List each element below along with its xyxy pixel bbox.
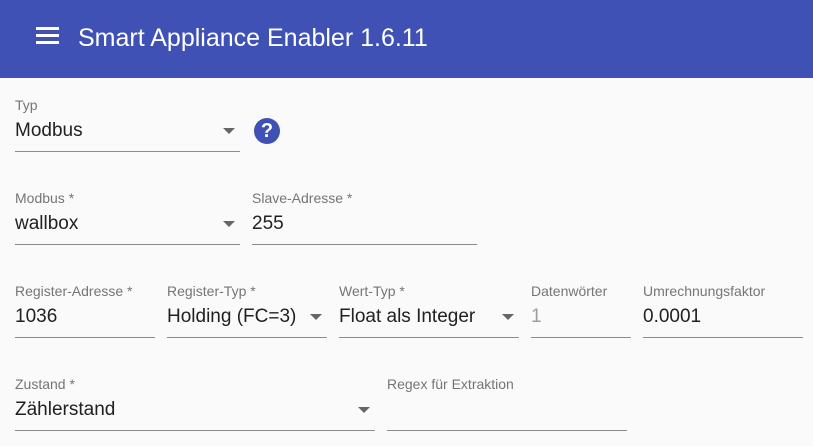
register-address-value: 1036 (15, 306, 58, 327)
value-type-label: Wert-Typ * (339, 283, 405, 299)
data-words-value: 1 (531, 306, 542, 327)
regex-label: Regex für Extraktion (387, 376, 514, 392)
state-underline (15, 430, 375, 431)
conversion-factor-value: 0.0001 (643, 306, 702, 327)
slave-address-underline (252, 244, 477, 245)
register-type-value: Holding (FC=3) (167, 306, 297, 327)
help-icon[interactable]: ? (254, 118, 280, 144)
state-select[interactable]: Zustand * Zählerstand (15, 376, 375, 432)
conversion-factor-input[interactable]: Umrechnungsfaktor 0.0001 (643, 283, 803, 339)
conversion-factor-underline (643, 337, 803, 338)
modbus-underline (15, 244, 240, 245)
dropdown-arrow-icon (223, 128, 235, 134)
typ-underline (15, 151, 240, 152)
register-address-label: Register-Adresse * (15, 283, 133, 299)
dropdown-arrow-icon (502, 314, 514, 320)
slave-address-input[interactable]: Slave-Adresse * 255 (252, 190, 477, 246)
data-words-label: Datenwörter (531, 283, 608, 299)
register-address-input[interactable]: Register-Adresse * 1036 (15, 283, 155, 339)
dropdown-arrow-icon (223, 221, 235, 227)
register-address-underline (15, 337, 155, 338)
value-type-underline (339, 337, 519, 338)
slave-address-label: Slave-Adresse * (252, 190, 353, 206)
register-type-label: Register-Typ * (167, 283, 256, 299)
modbus-select[interactable]: Modbus * wallbox (15, 190, 240, 246)
slave-address-value: 255 (252, 213, 284, 234)
menu-icon[interactable] (36, 27, 59, 44)
regex-input[interactable]: Regex für Extraktion (387, 376, 627, 432)
app-title: Smart Appliance Enabler 1.6.11 (78, 24, 428, 52)
data-words-input[interactable]: Datenwörter 1 (531, 283, 631, 339)
data-words-underline (531, 337, 631, 338)
value-type-select[interactable]: Wert-Typ * Float als Integer (339, 283, 519, 339)
typ-select[interactable]: Typ Modbus (15, 97, 240, 153)
app-toolbar: Smart Appliance Enabler 1.6.11 (0, 0, 813, 78)
value-type-value: Float als Integer (339, 306, 476, 327)
regex-underline (387, 430, 627, 431)
register-type-select[interactable]: Register-Typ * Holding (FC=3) (167, 283, 327, 339)
dropdown-arrow-icon (310, 314, 322, 320)
modbus-value: wallbox (15, 213, 79, 234)
register-type-underline (167, 337, 327, 338)
typ-label: Typ (15, 97, 38, 113)
typ-value: Modbus (15, 120, 83, 141)
state-value: Zählerstand (15, 399, 116, 420)
conversion-factor-label: Umrechnungsfaktor (643, 283, 766, 299)
modbus-label: Modbus * (15, 190, 75, 206)
dropdown-arrow-icon (358, 407, 370, 413)
state-label: Zustand * (15, 376, 75, 392)
